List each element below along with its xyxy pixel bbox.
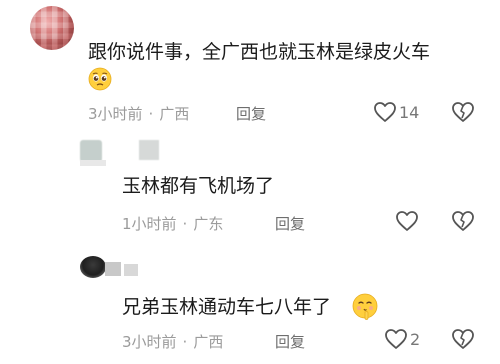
- reply-button[interactable]: 回复: [275, 331, 305, 352]
- comment-time: 1小时前: [122, 215, 177, 233]
- comment-meta: 3小时前 · 广西: [88, 103, 189, 124]
- reply-button[interactable]: 回复: [275, 213, 305, 234]
- meta-separator: ·: [148, 105, 154, 123]
- dislike-icon[interactable]: [451, 101, 475, 123]
- avatar[interactable]: [30, 6, 74, 50]
- dislike-icon[interactable]: [451, 210, 475, 232]
- avatar-shadow: [80, 160, 106, 166]
- like-count: 14: [399, 103, 420, 122]
- comment-text: 兄弟玉林通动车七八年了: [122, 296, 332, 318]
- like-count: 2: [410, 330, 421, 349]
- reply-button[interactable]: 回复: [236, 103, 266, 124]
- like-icon[interactable]: [395, 210, 419, 232]
- avatar[interactable]: [80, 256, 106, 278]
- comment-location: 广西: [193, 333, 224, 351]
- meta-separator: ·: [182, 215, 188, 233]
- username-obscured: [105, 262, 121, 276]
- comment-time: 3小时前: [122, 333, 177, 351]
- meta-separator: ·: [182, 333, 188, 351]
- comment-location: 广西: [159, 105, 190, 123]
- comment-text: 跟你说件事，全广西也就玉林是绿皮火车: [88, 41, 431, 63]
- dislike-icon[interactable]: [451, 328, 475, 350]
- like-icon[interactable]: [384, 328, 408, 350]
- pleading-face-icon: [88, 67, 112, 95]
- comment-time: 3小时前: [88, 105, 143, 123]
- comment-location: 广东: [193, 215, 224, 233]
- avatar[interactable]: [80, 140, 102, 162]
- comment-meta: 3小时前 · 广西: [122, 331, 223, 352]
- like-icon[interactable]: [373, 101, 397, 123]
- comment-text: 玉林都有飞机场了: [122, 175, 275, 197]
- shushing-face-icon: [351, 292, 379, 324]
- comment-meta: 1小时前 · 广东: [122, 213, 223, 234]
- username-obscured: [139, 140, 159, 160]
- username-obscured: [124, 264, 138, 276]
